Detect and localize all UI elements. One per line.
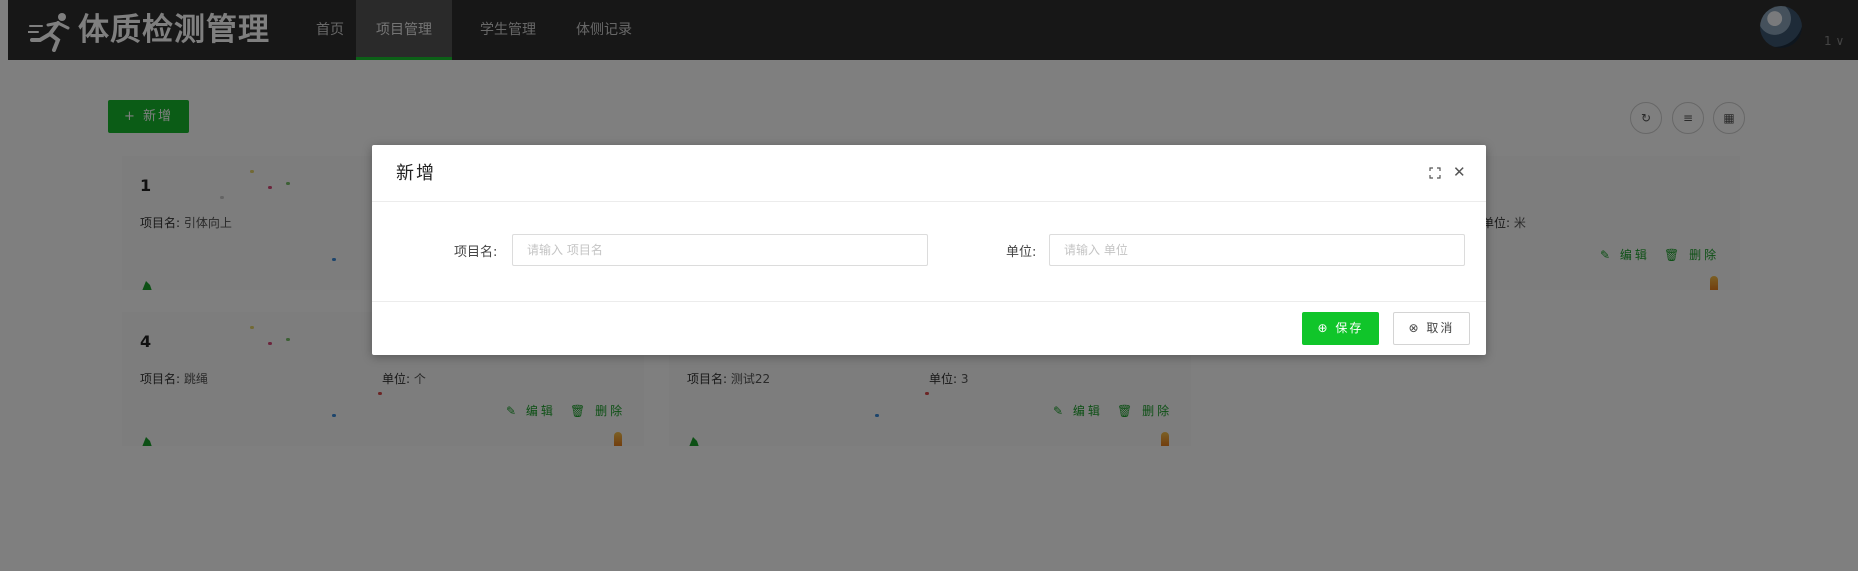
close-icon[interactable]: ✕ bbox=[1453, 165, 1466, 180]
cancel-button[interactable]: ⊗ 取消 bbox=[1393, 312, 1470, 345]
unit-label: 单位: bbox=[1006, 245, 1037, 260]
project-name-input[interactable] bbox=[512, 234, 928, 266]
divider bbox=[372, 301, 1486, 302]
project-name-label: 项目名: bbox=[454, 245, 498, 260]
unit-input[interactable] bbox=[1049, 234, 1465, 266]
divider bbox=[372, 201, 1486, 202]
save-button[interactable]: ⊕ 保存 bbox=[1302, 312, 1379, 345]
dialog-title: 新增 bbox=[396, 163, 436, 184]
maximize-icon[interactable] bbox=[1429, 167, 1441, 179]
add-project-dialog: 新增 ✕ 项目名: 单位: ⊕ 保存 ⊗ 取消 bbox=[372, 145, 1486, 355]
